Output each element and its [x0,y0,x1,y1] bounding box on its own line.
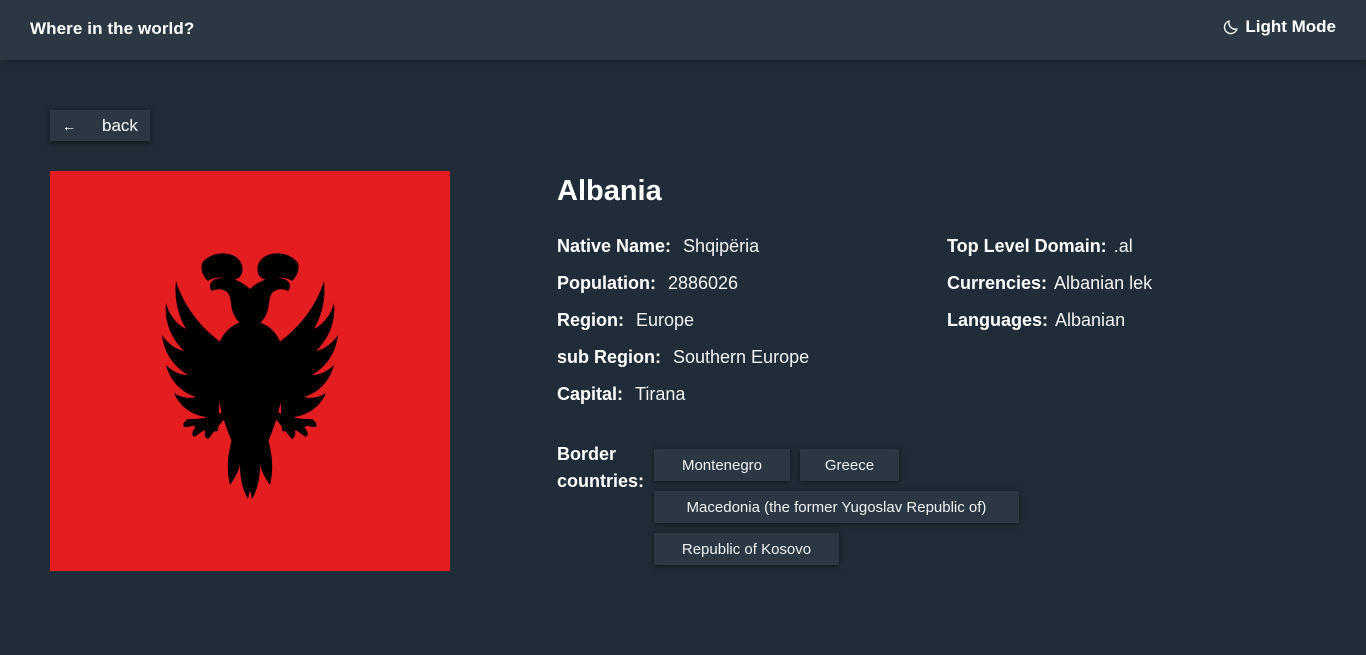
population-row: Population: 2886026 [557,273,738,294]
native-name-value: Shqipëria [683,236,760,256]
capital-row: Capital: Tirana [557,384,685,405]
sub-region-label: sub Region: [557,347,661,367]
moon-icon [1224,20,1239,35]
capital-value: Tirana [635,384,686,404]
double-headed-eagle-icon [162,253,338,499]
border-country-chip[interactable]: Republic of Kosovo [654,533,839,565]
population-value: 2886026 [667,273,739,293]
native-name-label: Native Name: [557,236,672,256]
region-value: Europe [636,310,695,330]
currencies-value: Albanian lek [1054,273,1153,293]
border-country-chip[interactable]: Montenegro [654,449,790,481]
region-label: Region: [557,310,624,330]
theme-toggle-button[interactable]: Light Mode [1222,17,1336,37]
top-level-domain-label: Top Level Domain: [947,236,1107,256]
country-flag-image [50,171,450,571]
languages-value: Albanian [1055,310,1126,330]
languages-row: Languages: Albanian [947,310,1125,331]
app-title: Where in the world? [30,19,195,38]
native-name-row: Native Name: Shqipëria [557,236,759,257]
languages-label: Languages: [947,310,1049,330]
sub-region-value: Southern Europe [673,347,810,367]
top-level-domain-value: .al [1113,236,1133,256]
back-button[interactable]: ← back [50,110,150,141]
capital-label: Capital: [557,384,624,404]
top-header: Where in the world? Light Mode [0,0,1366,60]
country-name-heading: Albania [557,175,662,207]
currencies-label: Currencies: [947,273,1048,293]
border-countries-label: Border countries: [557,444,645,491]
border-country-chip[interactable]: Macedonia (the former Yugoslav Republic … [654,491,1019,523]
border-country-chip[interactable]: Greece [800,449,899,481]
theme-toggle-label: Light Mode [1245,17,1336,36]
sub-region-row: sub Region: Southern Europe [557,347,809,368]
region-row: Region: Europe [557,310,694,331]
population-label: Population: [557,273,656,293]
top-level-domain-row: Top Level Domain: .al [947,236,1133,257]
currencies-row: Currencies: Albanian lek [947,273,1152,294]
arrow-left-icon: ← [62,117,76,134]
back-button-label: back [102,115,138,135]
